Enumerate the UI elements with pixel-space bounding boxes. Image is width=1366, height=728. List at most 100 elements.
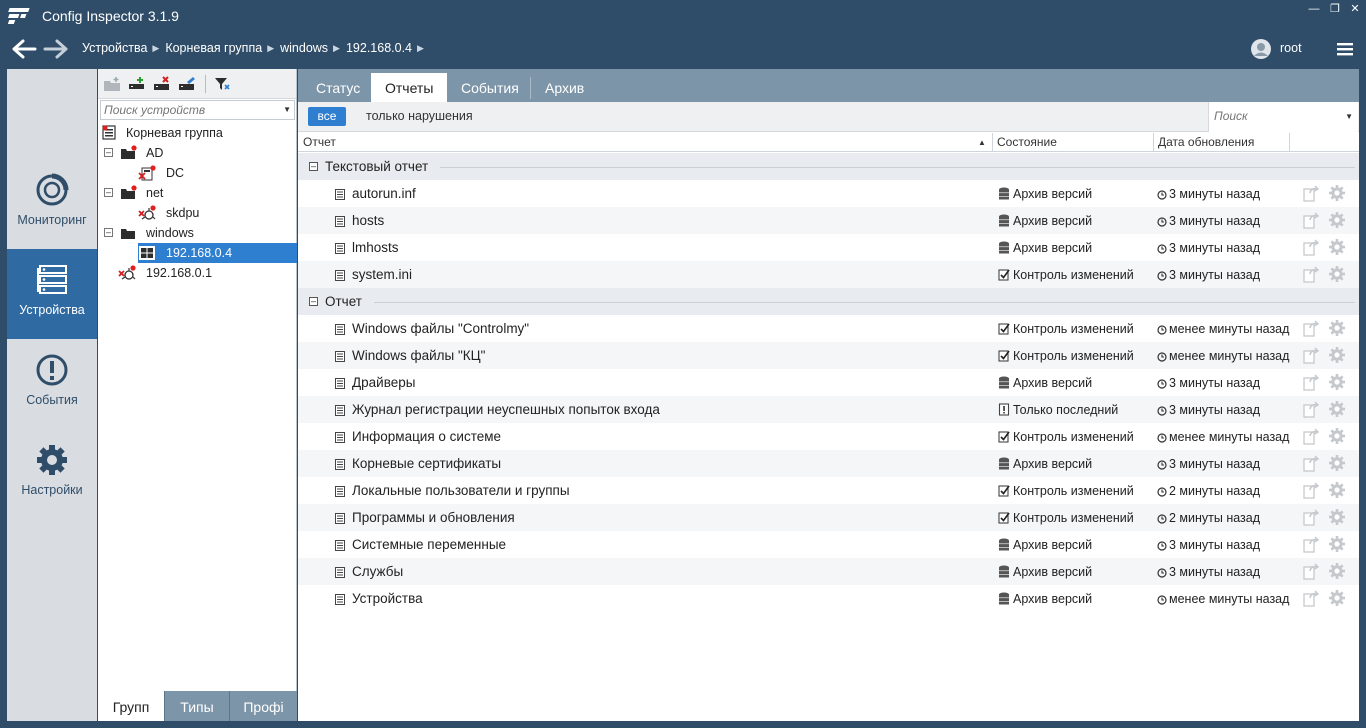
table-row[interactable]: hosts Архив версий 3 минуты назад [298, 207, 1359, 234]
tree-tab-profiles[interactable]: Профі [230, 691, 297, 721]
export-report-icon[interactable] [1302, 265, 1320, 283]
column-header-state[interactable]: Состояние [997, 135, 1057, 149]
filter-all-button[interactable]: все [308, 107, 346, 126]
tree-item-windows[interactable]: – windows [98, 223, 297, 243]
tree-item-ad[interactable]: – AD [98, 143, 297, 163]
tree-item-root-group[interactable]: Корневая группа [98, 123, 297, 143]
export-report-icon[interactable] [1302, 211, 1320, 229]
add-device-icon[interactable] [128, 76, 146, 92]
report-settings-icon[interactable] [1328, 319, 1346, 337]
tab-reports[interactable]: Отчеты [371, 73, 448, 102]
hamburger-menu-icon[interactable] [1337, 42, 1353, 56]
export-report-icon[interactable] [1302, 238, 1320, 256]
collapse-icon[interactable]: – [104, 228, 113, 237]
export-report-icon[interactable] [1302, 589, 1320, 607]
export-report-icon[interactable] [1302, 346, 1320, 364]
report-settings-icon[interactable] [1328, 238, 1346, 256]
user-avatar-icon[interactable] [1250, 38, 1272, 60]
export-report-icon[interactable] [1302, 481, 1320, 499]
export-report-icon[interactable] [1302, 454, 1320, 472]
export-report-icon[interactable] [1302, 508, 1320, 526]
device-search-field[interactable]: ▼ [100, 100, 295, 120]
export-report-icon[interactable] [1302, 535, 1320, 553]
export-report-icon[interactable] [1302, 373, 1320, 391]
report-settings-icon[interactable] [1328, 400, 1346, 418]
delete-device-icon[interactable] [153, 76, 171, 92]
report-settings-icon[interactable] [1328, 211, 1346, 229]
table-row[interactable]: Локальные пользователи и группы Контроль … [298, 477, 1359, 504]
forward-arrow-icon[interactable] [42, 37, 70, 61]
rail-item-monitoring[interactable]: Мониторинг [7, 159, 97, 249]
filter-violations-button[interactable]: только нарушения [366, 109, 473, 123]
table-row[interactable]: Windows файлы "КЦ" Контроль изменений мене… [298, 342, 1359, 369]
table-row[interactable]: Информация о системе Контроль изменений ме… [298, 423, 1359, 450]
export-report-icon[interactable] [1302, 319, 1320, 337]
back-arrow-icon[interactable] [10, 37, 38, 61]
table-row[interactable]: system.ini Контроль изменений 3 минуты наз… [298, 261, 1359, 288]
report-settings-icon[interactable] [1328, 589, 1346, 607]
group-row[interactable]: – Текстовый отчет [298, 153, 1359, 180]
filter-icon[interactable] [213, 76, 231, 92]
sort-asc-icon[interactable]: ▲ [978, 138, 986, 147]
tree-item-192-168-0-1[interactable]: 192.168.0.1 [98, 263, 297, 283]
export-report-icon[interactable] [1302, 400, 1320, 418]
table-row[interactable]: Программы и обновления Контроль изменений… [298, 504, 1359, 531]
table-row[interactable]: lmhosts Архив версий 3 минуты назад [298, 234, 1359, 261]
report-settings-icon[interactable] [1328, 184, 1346, 202]
column-header-updated[interactable]: Дата обновления [1158, 135, 1254, 149]
report-settings-icon[interactable] [1328, 508, 1346, 526]
breadcrumb-item[interactable]: windows [280, 41, 328, 55]
table-row[interactable]: Устройства Архив версий менее минуты назад [298, 585, 1359, 612]
tree-item-skdpu[interactable]: skdpu [98, 203, 297, 223]
report-settings-icon[interactable] [1328, 265, 1346, 283]
tab-archive[interactable]: Архив [531, 73, 598, 102]
tab-status[interactable]: Статус [302, 73, 374, 102]
collapse-icon[interactable]: – [309, 297, 318, 306]
tab-events[interactable]: События [447, 73, 533, 102]
minimize-icon[interactable]: — [1307, 2, 1321, 16]
table-row[interactable]: Корневые сертификаты Архив версий 3 минуты… [298, 450, 1359, 477]
breadcrumb-item[interactable]: Устройства [82, 41, 147, 55]
tree-tab-groups[interactable]: Групп [98, 691, 165, 721]
dropdown-arrow-icon[interactable]: ▼ [1345, 112, 1353, 121]
collapse-icon[interactable]: – [104, 188, 113, 197]
rail-item-settings[interactable]: Настройки [7, 429, 97, 519]
report-search-input[interactable] [1209, 102, 1339, 130]
column-header-report[interactable]: Отчет [303, 135, 336, 149]
tree-item-192-168-0-4[interactable]: 192.168.0.4 [138, 243, 297, 263]
report-settings-icon[interactable] [1328, 454, 1346, 472]
table-row[interactable]: Драйверы Архив версий 3 минуты назад [298, 369, 1359, 396]
table-row[interactable]: Системные переменные Архив версий 3 минуты… [298, 531, 1359, 558]
table-row[interactable]: Службы Архив версий 3 минуты назад [298, 558, 1359, 585]
rail-item-devices[interactable]: Устройства [7, 249, 97, 339]
report-settings-icon[interactable] [1328, 373, 1346, 391]
tree-item-net[interactable]: – net [98, 183, 297, 203]
report-settings-icon[interactable] [1328, 562, 1346, 580]
edit-device-icon[interactable] [178, 76, 196, 92]
table-row[interactable]: Журнал регистрации неуспешных попыток вх… [298, 396, 1359, 423]
breadcrumb-item[interactable]: Корневая группа [165, 41, 262, 55]
collapse-icon[interactable]: – [309, 162, 318, 171]
export-report-icon[interactable] [1302, 562, 1320, 580]
export-report-icon[interactable] [1302, 184, 1320, 202]
tree-tab-types[interactable]: Типы [165, 691, 230, 721]
close-icon[interactable]: ✕ [1348, 2, 1362, 16]
report-settings-icon[interactable] [1328, 346, 1346, 364]
report-settings-icon[interactable] [1328, 535, 1346, 553]
rail-item-events[interactable]: События [7, 339, 97, 429]
user-name[interactable]: root [1280, 41, 1302, 55]
restore-icon[interactable]: ❐ [1328, 2, 1342, 16]
add-folder-icon[interactable] [103, 76, 121, 92]
device-search-input[interactable] [101, 101, 281, 119]
group-row[interactable]: – Отчет [298, 288, 1359, 315]
report-settings-icon[interactable] [1328, 481, 1346, 499]
export-report-icon[interactable] [1302, 427, 1320, 445]
report-search-field[interactable]: ▼ [1208, 102, 1358, 132]
report-settings-icon[interactable] [1328, 427, 1346, 445]
breadcrumb-item[interactable]: 192.168.0.4 [346, 41, 412, 55]
table-row[interactable]: Windows файлы "Controlmy" Контроль измене… [298, 315, 1359, 342]
tree-item-dc[interactable]: DC [98, 163, 297, 183]
collapse-icon[interactable]: – [104, 148, 113, 157]
table-row[interactable]: autorun.inf Архив версий 3 минуты назад [298, 180, 1359, 207]
dropdown-arrow-icon[interactable]: ▼ [283, 105, 291, 114]
